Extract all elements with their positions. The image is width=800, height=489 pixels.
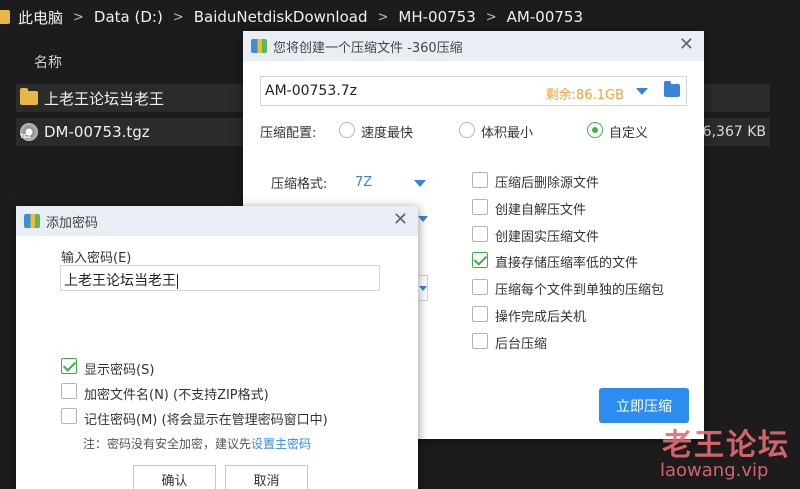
preset-custom-label[interactable]: 自定义: [609, 122, 648, 141]
password-dialog-title-bar[interactable]: 添加密码 ✕: [16, 206, 418, 236]
option-store-low-ratio-label[interactable]: 直接存储压缩率低的文件: [495, 252, 638, 271]
chevron-right-icon: >: [485, 9, 497, 25]
hidden-select[interactable]: [418, 275, 428, 301]
file-size: 16,367 KB: [693, 124, 766, 140]
breadcrumb-folder-mh[interactable]: MH-00753: [398, 8, 475, 26]
option-background-label[interactable]: 后台压缩: [495, 333, 547, 352]
encrypt-filenames-checkbox[interactable]: [61, 383, 77, 399]
file-name: DM-00753.tgz: [44, 123, 150, 141]
chevron-right-icon: >: [377, 9, 389, 25]
watermark-logo-text: 老王论坛: [662, 428, 790, 463]
folder-icon: [20, 88, 38, 105]
file-name: 上老王论坛当老王: [44, 89, 165, 108]
option-solid-label[interactable]: 创建固实压缩文件: [495, 226, 599, 245]
watermark-url: laowang.vip: [660, 460, 769, 481]
chevron-down-icon[interactable]: [418, 216, 428, 222]
cancel-button[interactable]: 取消: [225, 465, 308, 489]
close-icon[interactable]: ✕: [679, 36, 694, 54]
compress-config-label: 压缩配置:: [260, 126, 317, 141]
password-dialog: 添加密码 ✕ 输入密码(E) 上老王论坛当老王 显示密码(S) 加密文件名(N)…: [16, 206, 418, 489]
option-shutdown-label[interactable]: 操作完成后关机: [495, 306, 586, 325]
option-sfx-label[interactable]: 创建自解压文件: [495, 199, 586, 218]
chevron-down-icon[interactable]: [636, 88, 648, 95]
option-separate-archives-label[interactable]: 压缩每个文件到单独的压缩包: [495, 279, 664, 298]
preset-fastest-label[interactable]: 速度最快: [361, 122, 413, 141]
column-header-name[interactable]: 名称: [34, 52, 62, 72]
close-icon[interactable]: ✕: [393, 211, 408, 229]
360-compress-icon: [24, 214, 40, 228]
confirm-button[interactable]: 确认: [133, 465, 216, 489]
chevron-right-icon: >: [73, 9, 84, 25]
breadcrumb-folder-baidu[interactable]: BaiduNetdiskDownload: [194, 8, 368, 26]
compress-format-select[interactable]: 7Z: [355, 175, 372, 190]
breadcrumb-this-pc[interactable]: 此电脑: [18, 7, 63, 28]
password-text: 上老王论坛当老王: [64, 273, 176, 289]
password-input[interactable]: 上老王论坛当老王: [60, 265, 380, 291]
folder-icon: [0, 10, 10, 24]
chevron-down-icon[interactable]: [414, 180, 426, 187]
preset-smallest-label[interactable]: 体积最小: [481, 122, 533, 141]
option-delete-source-label[interactable]: 压缩后删除源文件: [495, 172, 599, 191]
breadcrumb-folder-am[interactable]: AM-00753: [507, 8, 583, 26]
compress-now-button[interactable]: 立即压缩: [599, 388, 689, 423]
security-note-text: 注：密码没有安全加密，建议先: [83, 437, 252, 451]
option-delete-source-checkbox[interactable]: [472, 172, 488, 188]
show-password-label[interactable]: 显示密码(S): [84, 359, 154, 378]
breadcrumb-drive[interactable]: Data (D:): [94, 8, 163, 26]
archive-filename-input[interactable]: AM-00753.7z 剩余:86.1GB: [260, 76, 687, 106]
preset-custom-radio[interactable]: [587, 122, 603, 138]
set-master-password-link[interactable]: 设置主密码: [251, 437, 311, 451]
text-caret: [177, 273, 178, 289]
option-shutdown-checkbox[interactable]: [472, 306, 488, 322]
free-space-label: 剩余:86.1GB: [545, 88, 624, 103]
remember-password-checkbox[interactable]: [61, 408, 77, 424]
360-compress-icon: [251, 39, 267, 53]
option-sfx-checkbox[interactable]: [472, 199, 488, 215]
preset-fastest-radio[interactable]: [339, 122, 355, 138]
password-input-value: 上老王论坛当老王: [64, 270, 178, 290]
archive-filename: AM-00753.7z: [265, 83, 357, 99]
option-background-checkbox[interactable]: [472, 333, 488, 349]
option-store-low-ratio-checkbox[interactable]: [472, 252, 488, 268]
compress-dialog-title-bar[interactable]: 您将创建一个压缩文件 -360压缩 ✕: [243, 31, 704, 61]
password-input-label: 输入密码(E): [61, 251, 132, 266]
show-password-checkbox[interactable]: [61, 358, 77, 374]
compress-dialog-title: 您将创建一个压缩文件 -360压缩: [273, 40, 463, 56]
remember-password-label[interactable]: 记住密码(M) (将会显示在管理密码窗口中): [84, 409, 328, 428]
tgz-archive-icon: [20, 123, 38, 141]
option-solid-checkbox[interactable]: [472, 226, 488, 242]
encrypt-filenames-label[interactable]: 加密文件名(N) (不支持ZIP格式): [84, 384, 269, 403]
preset-smallest-radio[interactable]: [459, 122, 475, 138]
compress-format-label: 压缩格式:: [271, 177, 328, 192]
security-note: 注：密码没有安全加密，建议先设置主密码: [83, 435, 311, 452]
browse-folder-icon[interactable]: [664, 81, 680, 97]
option-separate-archives-checkbox[interactable]: [472, 279, 488, 295]
breadcrumb: 此电脑 > Data (D:) > BaiduNetdiskDownload >…: [0, 0, 800, 34]
chevron-right-icon: >: [172, 9, 184, 25]
password-dialog-title: 添加密码: [46, 215, 99, 231]
